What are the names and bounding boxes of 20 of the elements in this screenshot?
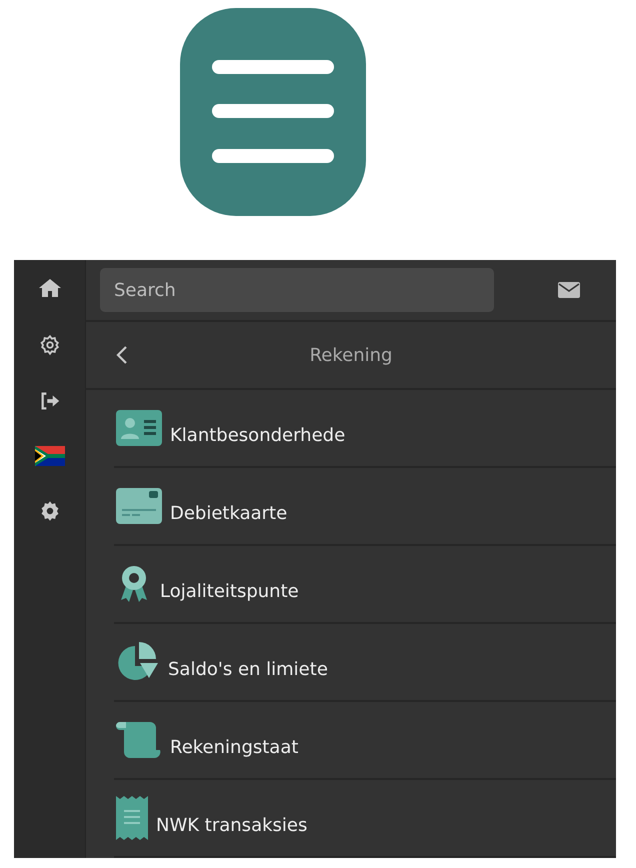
search-field[interactable]: Search xyxy=(100,268,494,312)
card-icon xyxy=(116,488,162,524)
menu-item[interactable]: Lojaliteitspunte xyxy=(114,546,616,624)
menu-item[interactable]: Saldo's en limiete xyxy=(114,624,616,702)
page-title: Rekening xyxy=(310,344,392,366)
back-icon[interactable] xyxy=(116,345,128,365)
menu-item[interactable]: NWK transaksies xyxy=(114,780,616,858)
mail-icon[interactable] xyxy=(558,282,580,298)
menu-item[interactable]: Rekeningstaat xyxy=(114,702,616,780)
home-icon[interactable] xyxy=(38,276,62,300)
menu-icon[interactable] xyxy=(180,8,366,216)
menu-item[interactable]: Debietkaarte xyxy=(114,468,616,546)
settings-icon[interactable] xyxy=(38,500,60,522)
logout-icon[interactable] xyxy=(38,390,60,412)
scroll-icon xyxy=(116,720,162,760)
settings-icon[interactable] xyxy=(38,334,60,356)
id-card-icon xyxy=(116,410,162,446)
receipt-icon xyxy=(116,796,148,840)
menu-item[interactable]: Klantbesonderhede xyxy=(114,390,616,468)
flag-icon[interactable] xyxy=(34,446,64,466)
